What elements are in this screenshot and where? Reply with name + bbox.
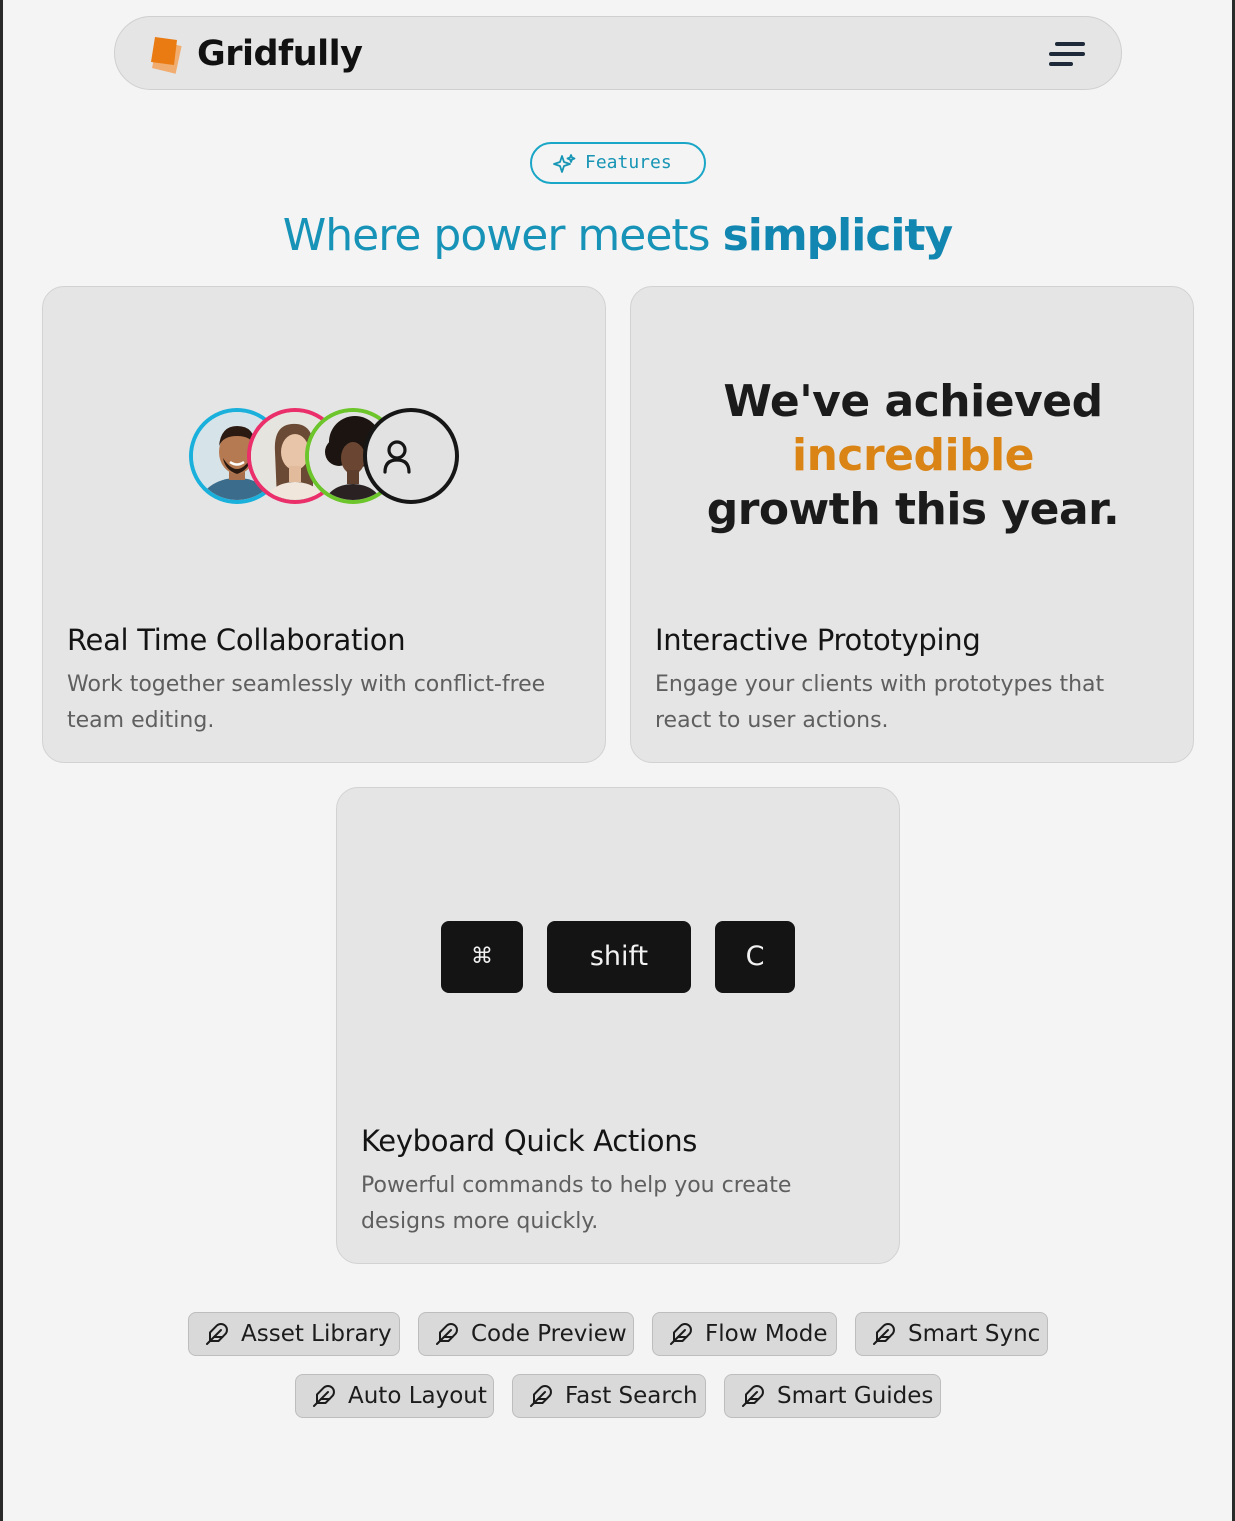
layers-logo-icon[interactable] (143, 31, 189, 77)
feather-icon (742, 1385, 764, 1407)
feather-icon (313, 1385, 335, 1407)
tag-code-preview[interactable]: Code Preview (418, 1312, 634, 1356)
avatar-placeholder (363, 408, 459, 504)
prototyping-card: We've achieved incredible growth this ye… (630, 286, 1194, 763)
tag-auto-layout[interactable]: Auto Layout (295, 1374, 494, 1418)
quote-line-3: growth this year. (706, 484, 1120, 535)
tag-flow-mode[interactable]: Flow Mode (652, 1312, 837, 1356)
tag-label: Smart Guides (777, 1383, 934, 1409)
feather-icon (436, 1323, 458, 1345)
key-c: C (715, 921, 795, 993)
features-badge-label: Features (585, 152, 672, 173)
growth-quote: We've achieved incredible growth this ye… (631, 375, 1195, 537)
heading-plain: Where power meets (282, 210, 723, 261)
key-shift: shift (547, 921, 691, 993)
section-heading: Where power meets simplicity (3, 208, 1232, 264)
features-badge: Features (530, 142, 706, 184)
brand-name[interactable]: Gridfully (197, 31, 363, 77)
menu-icon[interactable] (1047, 39, 1087, 69)
tag-smart-guides[interactable]: Smart Guides (724, 1374, 941, 1418)
feather-icon (670, 1323, 692, 1345)
tag-label: Smart Sync (908, 1321, 1041, 1347)
card-title: Interactive Prototyping (655, 623, 981, 657)
tag-label: Auto Layout (348, 1383, 487, 1409)
page: Gridfully Features Where power meets sim… (3, 0, 1232, 1521)
card-description: Powerful commands to help you create des… (361, 1173, 792, 1234)
avatar-stack (189, 408, 469, 508)
tag-smart-sync[interactable]: Smart Sync (855, 1312, 1048, 1356)
card-description: Work together seamlessly with conflict-f… (67, 672, 546, 733)
card-title: Real Time Collaboration (67, 623, 406, 657)
tag-fast-search[interactable]: Fast Search (512, 1374, 706, 1418)
feather-icon (206, 1323, 228, 1345)
keyboard-card: ⌘ shift C Keyboard Quick Actions Powerfu… (336, 787, 900, 1264)
card-title: Keyboard Quick Actions (361, 1124, 698, 1158)
quote-line-1: We've achieved (723, 376, 1103, 427)
sparkles-icon (553, 154, 576, 173)
collaboration-card: Real Time Collaboration Work together se… (42, 286, 606, 763)
tag-label: Code Preview (471, 1321, 627, 1347)
feather-icon (530, 1385, 552, 1407)
key-command: ⌘ (441, 921, 523, 993)
tag-label: Fast Search (565, 1383, 698, 1409)
tag-label: Asset Library (241, 1321, 392, 1347)
tag-asset-library[interactable]: Asset Library (188, 1312, 400, 1356)
feather-icon (873, 1323, 895, 1345)
card-description: Engage your clients with prototypes that… (655, 672, 1105, 733)
navbar: Gridfully (114, 16, 1122, 90)
heading-bold: simplicity (722, 210, 954, 261)
quote-highlight: incredible (791, 430, 1035, 481)
tag-label: Flow Mode (705, 1321, 828, 1347)
